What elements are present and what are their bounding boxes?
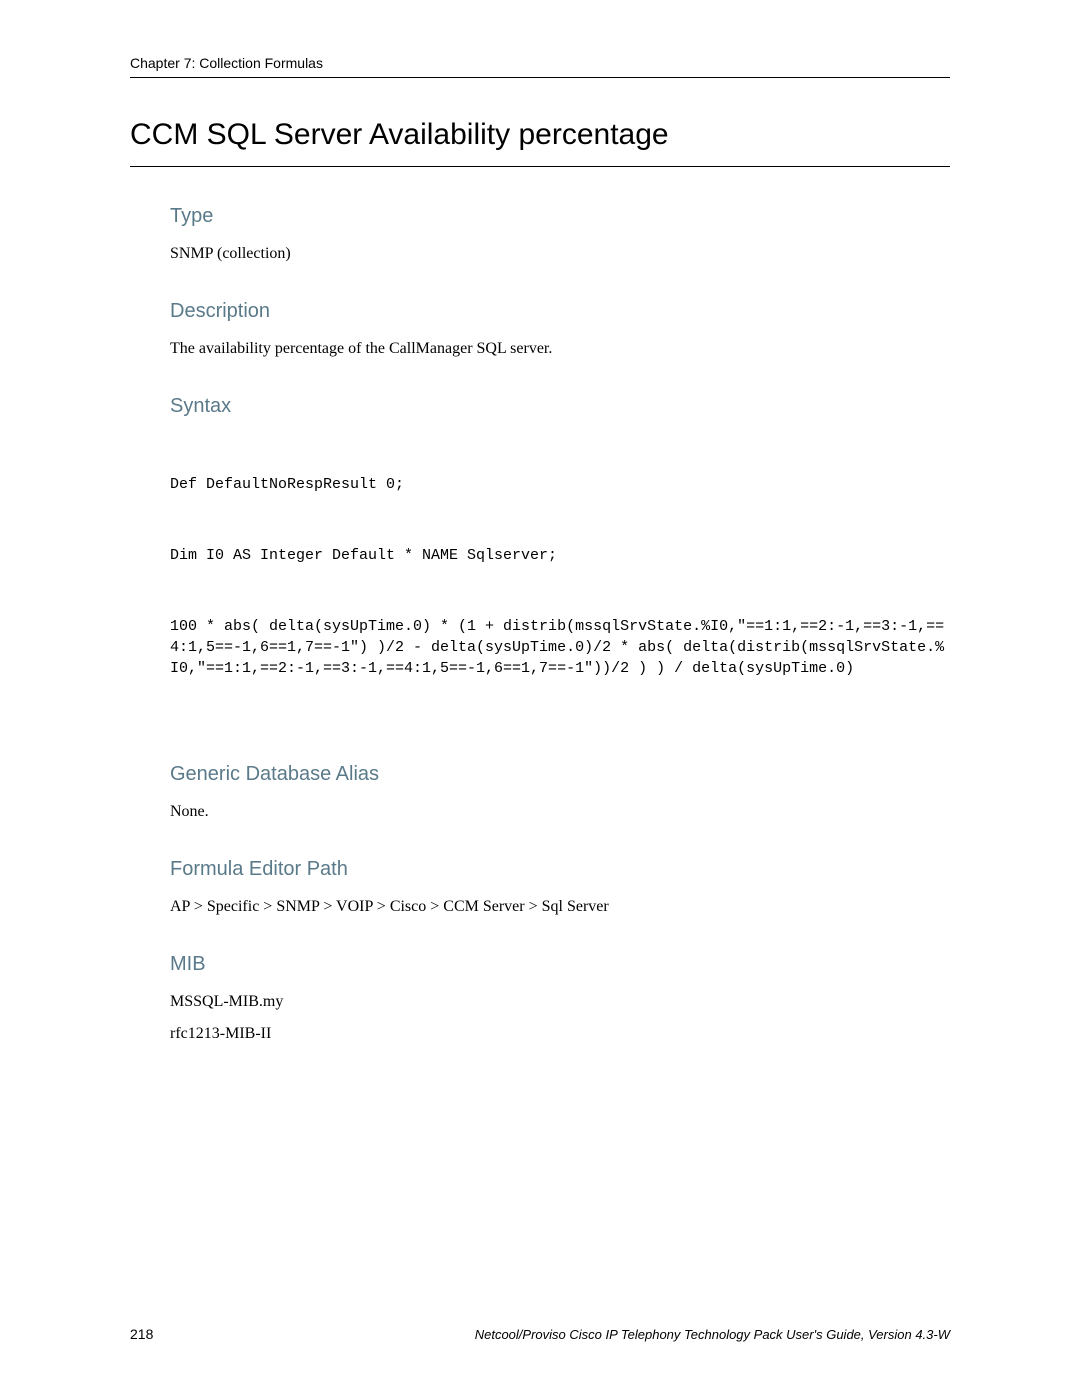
- heading-syntax: Syntax: [170, 395, 950, 418]
- page-content: Chapter 7: Collection Formulas CCM SQL S…: [0, 0, 1080, 1046]
- page-footer: 218 Netcool/Proviso Cisco IP Telephony T…: [130, 1326, 950, 1342]
- section-alias: Generic Database Alias None.: [170, 763, 950, 824]
- chapter-header: Chapter 7: Collection Formulas: [130, 55, 950, 78]
- heading-description: Description: [170, 300, 950, 323]
- mib-line-1: MSSQL-MIB.my: [170, 990, 950, 1014]
- page-title: CCM SQL Server Availability percentage: [130, 118, 950, 167]
- path-body: AP > Specific > SNMP > VOIP > Cisco > CC…: [170, 895, 950, 919]
- syntax-code: Def DefaultNoRespResult 0; Dim I0 AS Int…: [170, 432, 950, 729]
- section-syntax: Syntax Def DefaultNoRespResult 0; Dim I0…: [170, 395, 950, 729]
- description-body: The availability percentage of the CallM…: [170, 337, 950, 361]
- heading-type: Type: [170, 205, 950, 228]
- heading-mib: MIB: [170, 953, 950, 976]
- footer-text: Netcool/Proviso Cisco IP Telephony Techn…: [475, 1327, 950, 1342]
- heading-path: Formula Editor Path: [170, 858, 950, 881]
- syntax-line-2: Dim I0 AS Integer Default * NAME Sqlserv…: [170, 545, 950, 566]
- type-body: SNMP (collection): [170, 242, 950, 266]
- section-path: Formula Editor Path AP > Specific > SNMP…: [170, 858, 950, 919]
- heading-alias: Generic Database Alias: [170, 763, 950, 786]
- syntax-line-3: 100 * abs( delta(sysUpTime.0) * (1 + dis…: [170, 616, 950, 679]
- section-mib: MIB MSSQL-MIB.my rfc1213-MIB-II: [170, 953, 950, 1046]
- page-number: 218: [130, 1326, 153, 1342]
- section-description: Description The availability percentage …: [170, 300, 950, 361]
- syntax-line-1: Def DefaultNoRespResult 0;: [170, 474, 950, 495]
- mib-line-2: rfc1213-MIB-II: [170, 1022, 950, 1046]
- section-type: Type SNMP (collection): [170, 205, 950, 266]
- alias-body: None.: [170, 800, 950, 824]
